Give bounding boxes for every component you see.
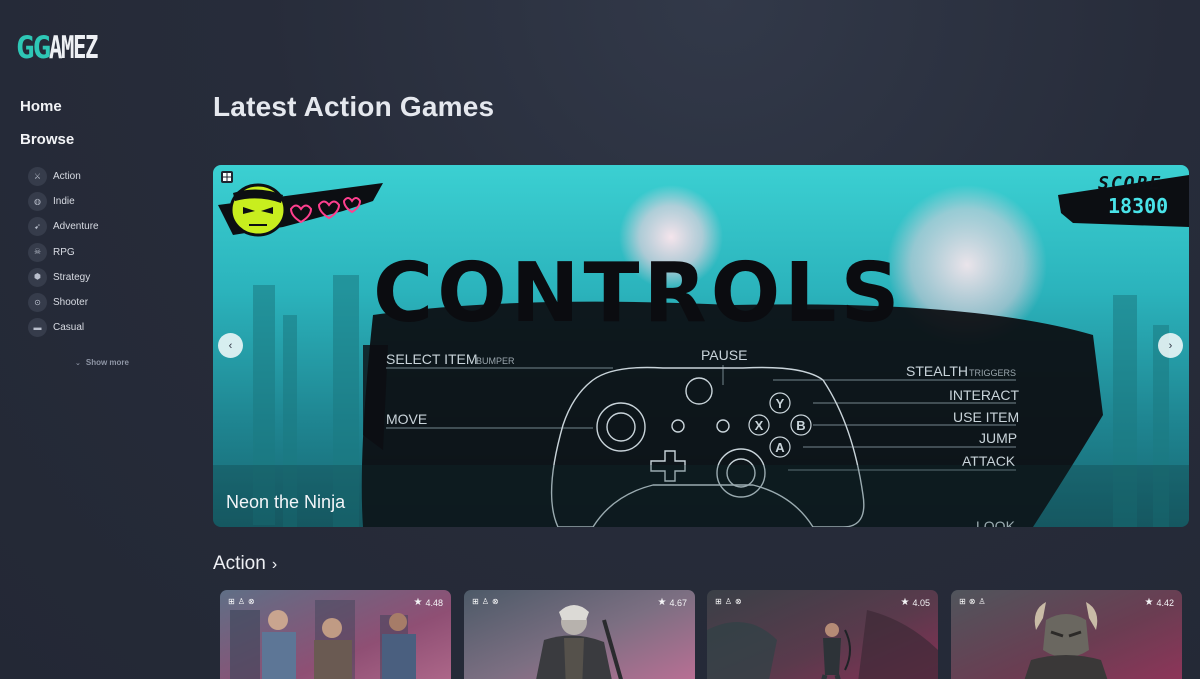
rating-badge: ★ 4.05 — [901, 597, 931, 608]
game-card[interactable]: ⊞ ♙ ⊗ ★ 4.67 — [464, 590, 695, 679]
logo[interactable]: GG AMEZ — [16, 22, 116, 64]
rating-value: 4.48 — [425, 597, 443, 608]
windows-icon: ⊞ — [228, 597, 235, 606]
svg-text:SELECT ITEM: SELECT ITEM — [386, 351, 478, 367]
playstation-icon: ♙ — [481, 597, 489, 606]
playstation-icon: ♙ — [978, 597, 986, 606]
playstation-icon: ♙ — [724, 597, 732, 606]
game-card[interactable]: ⊞ ♙ ⊗ ★ 4.05 — [707, 590, 938, 679]
chevron-left-icon: ‹ — [228, 339, 233, 352]
chevron-down-icon: ⌄ — [75, 360, 81, 367]
svg-text:SCORE: SCORE — [1098, 173, 1162, 194]
nav-home-link[interactable]: Home — [20, 98, 74, 131]
rating-badge: ★ 4.42 — [1145, 597, 1175, 608]
genre-item-indie[interactable]: ◍ Indie — [28, 189, 99, 214]
star-icon: ★ — [1144, 597, 1154, 608]
nav-browse-link[interactable]: Browse — [20, 131, 74, 164]
platform-list: ⊞ ♙ ⊗ — [472, 598, 499, 606]
carousel-next-button[interactable]: › — [1158, 333, 1183, 358]
genre-label: RPG — [53, 246, 75, 258]
svg-text:JUMP: JUMP — [979, 430, 1017, 446]
genre-item-casual[interactable]: ▬ Casual — [28, 315, 99, 340]
carousel-prev-button[interactable]: ‹ — [218, 333, 243, 358]
genre-label: Indie — [53, 196, 75, 208]
fingerprint-icon: ◍ — [28, 192, 47, 212]
xbox-icon: ⊗ — [968, 597, 976, 606]
platform-list: ⊞ ⊗ ♙ — [959, 598, 986, 606]
svg-text:INTERACT: INTERACT — [949, 387, 1019, 403]
rating-badge: ★ 4.48 — [414, 597, 444, 608]
page-title: Latest Action Games — [213, 91, 495, 122]
genre-item-shooter[interactable]: ⊙ Shooter — [28, 290, 99, 315]
platform-list: ⊞ ♙ ⊗ — [228, 598, 255, 606]
game-card-row: ⊞ ♙ ⊗ ★ 4.48 ⊞ ♙ ⊗ ★ 4.67 ⊞ ♙ ⊗ ★ 4.05 ⊞… — [220, 590, 1182, 679]
rating-badge: ★ 4.67 — [658, 597, 688, 608]
app-root: GG AMEZ Home Browse ⚔ Action ◍ Indie ➹ Ad… — [0, 0, 1200, 679]
hero-screenshot: SCORE 18300 CONTROLS SELECT ITEM BUMPER … — [213, 173, 1189, 527]
genre-item-strategy[interactable]: ⬢ Strategy — [28, 265, 99, 290]
show-more-button[interactable]: ⌄ Show more — [75, 358, 129, 367]
genre-label: Casual — [53, 322, 85, 334]
genre-label: Action — [53, 171, 81, 183]
svg-text:MOVE: MOVE — [386, 411, 427, 427]
genre-label: Shooter — [53, 297, 89, 309]
chevron-right-icon: › — [1168, 339, 1173, 352]
sword-icon: ⚔ — [28, 167, 47, 187]
svg-text:TRIGGERS: TRIGGERS — [969, 368, 1016, 378]
hero-carousel[interactable]: SCORE 18300 CONTROLS SELECT ITEM BUMPER … — [213, 165, 1189, 527]
section-title-action[interactable]: Action › — [213, 553, 277, 575]
crosshair-icon: ⊙ — [28, 293, 47, 313]
monster-icon: ☠ — [28, 242, 47, 262]
windows-icon — [221, 171, 233, 183]
rating-value: 4.67 — [669, 597, 687, 608]
rating-value: 4.42 — [1156, 597, 1174, 608]
game-card[interactable]: ⊞ ♙ ⊗ ★ 4.48 — [220, 590, 451, 679]
rating-value: 4.05 — [912, 597, 930, 608]
playstation-icon: ♙ — [237, 597, 245, 606]
windows-icon: ⊞ — [472, 597, 479, 606]
svg-text:18300: 18300 — [1108, 194, 1168, 218]
genre-item-adventure[interactable]: ➹ Adventure — [28, 214, 99, 239]
gamepad-icon: ▬ — [28, 318, 47, 338]
svg-text:Y: Y — [776, 396, 785, 411]
section-title-label: Action — [213, 553, 266, 574]
svg-text:STEALTH: STEALTH — [906, 363, 968, 379]
genre-item-rpg[interactable]: ☠ RPG — [28, 240, 99, 265]
hero-game-name[interactable]: Neon the Ninja — [226, 492, 345, 513]
windows-icon: ⊞ — [715, 597, 722, 606]
platform-list: ⊞ ♙ ⊗ — [715, 598, 742, 606]
genre-label: Adventure — [53, 221, 99, 233]
svg-text:A: A — [775, 440, 785, 455]
genre-item-action[interactable]: ⚔ Action — [28, 164, 99, 189]
star-icon: ★ — [900, 597, 910, 608]
chevron-right-icon: › — [271, 556, 278, 573]
windows-icon: ⊞ — [959, 597, 966, 606]
main-nav: Home Browse — [20, 98, 74, 164]
xbox-icon: ⊗ — [247, 597, 255, 606]
star-icon: ★ — [413, 597, 423, 608]
arrow-icon: ➹ — [28, 217, 47, 237]
genre-list: ⚔ Action ◍ Indie ➹ Adventure ☠ RPG ⬢ Str… — [28, 164, 99, 340]
logo-part-amez: AMEZ — [49, 30, 98, 66]
svg-text:PAUSE: PAUSE — [701, 347, 747, 363]
svg-text:B: B — [796, 418, 805, 433]
dice-icon: ⬢ — [28, 267, 47, 287]
svg-text:USE ITEM: USE ITEM — [953, 409, 1019, 425]
svg-text:X: X — [755, 418, 764, 433]
star-icon: ★ — [657, 597, 667, 608]
svg-text:BUMPER: BUMPER — [476, 356, 515, 366]
show-more-label: Show more — [85, 358, 129, 367]
xbox-icon: ⊗ — [734, 597, 742, 606]
game-card[interactable]: ⊞ ⊗ ♙ ★ 4.42 — [951, 590, 1182, 679]
svg-text:CONTROLS: CONTROLS — [373, 246, 904, 341]
genre-label: Strategy — [53, 271, 91, 283]
logo-part-gg: GG — [16, 30, 51, 66]
xbox-icon: ⊗ — [491, 597, 499, 606]
sidebar: GG AMEZ Home Browse ⚔ Action ◍ Indie ➹ Ad… — [0, 0, 190, 679]
